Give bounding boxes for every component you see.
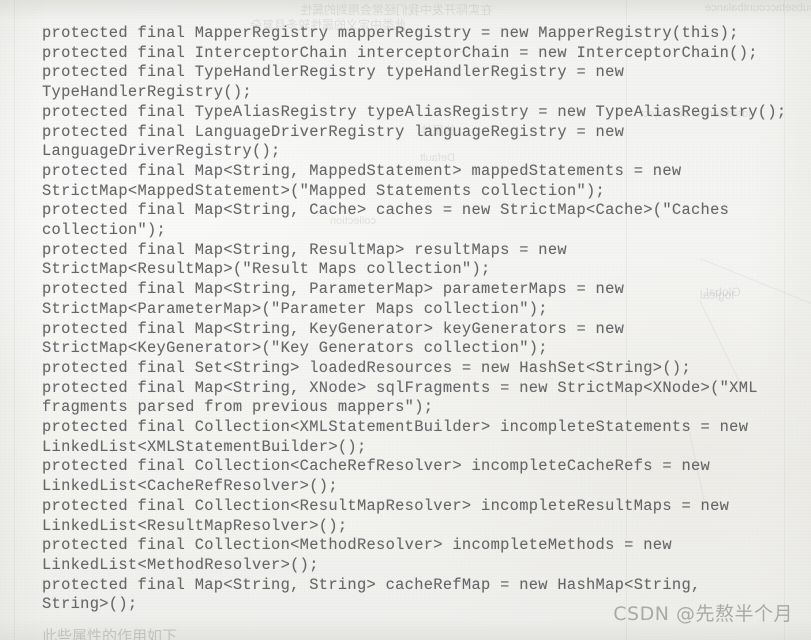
code-line: StrictMap<KeyGenerator>("Key Generators … [42, 339, 548, 358]
code-line: protected final LanguageDriverRegistry l… [42, 122, 625, 141]
code-line: protected final Map<String, String> cach… [42, 575, 701, 594]
code-line: protected final InterceptorChain interce… [42, 43, 758, 62]
scanned-page: subsetaccountbalance在实际开发中我们经常会用到的属性此类中定… [0, 0, 811, 640]
code-line: protected final Map<String, ResultMap> r… [42, 240, 567, 259]
code-line: fragments parsed from previous mappers")… [42, 398, 434, 417]
code-line: protected final MapperRegistry mapperReg… [42, 24, 739, 42]
code-line: protected final Collection<MethodResolve… [42, 536, 672, 555]
code-line: StrictMap<MappedStatement>("Mapped State… [42, 181, 606, 200]
code-line: StrictMap<ResultMap>("Result Maps collec… [42, 260, 491, 279]
code-line: protected final Collection<XMLStatementB… [42, 418, 749, 437]
code-line: protected final Set<String> loadedResour… [42, 358, 691, 377]
code-line: LinkedList<MethodResolver>(); [42, 555, 319, 574]
code-line: LinkedList<XMLStatementBuilder>(); [42, 437, 367, 456]
code-line: LanguageDriverRegistry(); [42, 142, 281, 161]
code-line: protected final TypeAliasRegistry typeAl… [42, 102, 787, 121]
code-line: collection"); [42, 221, 167, 240]
code-line: protected final Map<String, KeyGenerator… [42, 319, 625, 338]
code-line: protected final Map<String, Cache> cache… [42, 201, 730, 220]
code-line: protected final Map<String, MappedStatem… [42, 161, 682, 180]
code-line: LinkedList<ResultMapResolver>(); [42, 516, 348, 535]
code-line: protected final Map<String, XNode> sqlFr… [42, 378, 758, 397]
code-line: protected final Map<String, ParameterMap… [42, 280, 625, 299]
code-line: TypeHandlerRegistry(); [42, 83, 252, 102]
code-line: protected final Collection<ResultMapReso… [42, 496, 730, 515]
code-line: protected final TypeHandlerRegistry type… [42, 63, 625, 82]
code-line: StrictMap<ParameterMap>("Parameter Maps … [42, 299, 548, 318]
code-line: protected final Collection<CacheRefResol… [42, 457, 711, 476]
code-listing: protected final MapperRegistry mapperReg… [42, 24, 787, 615]
code-line: String>(); [42, 595, 138, 614]
code-line: LinkedList<CacheRefResolver>(); [42, 477, 338, 496]
